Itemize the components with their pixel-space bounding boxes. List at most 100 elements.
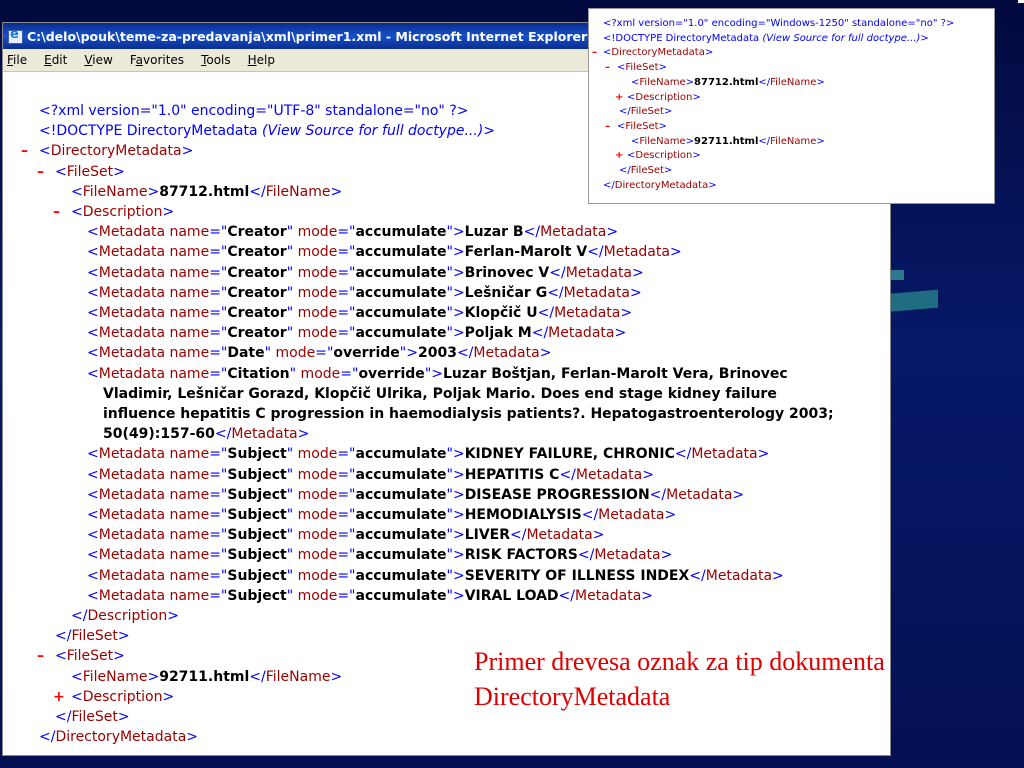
xml-doctype: <!DOCTYPE DirectoryMetadata xyxy=(39,123,263,140)
xml-line[interactable]: + <Description> xyxy=(589,91,994,106)
xml-attr-value: override xyxy=(333,345,400,362)
xml-line[interactable]: – <FileSet> xyxy=(589,120,994,135)
xml-attr-value: Subject xyxy=(227,507,287,524)
collapse-toggle[interactable]: – xyxy=(37,162,44,182)
xml-tag-name: DirectoryMetadata xyxy=(611,47,705,59)
menu-view[interactable]: View xyxy=(84,53,112,67)
xml-tag-name: Metadata xyxy=(691,446,758,463)
metadata-value: Klopčič U xyxy=(464,305,538,322)
doctype-note: (View Source for full doctype...) xyxy=(262,123,484,140)
menu-favorites[interactable]: Favorites xyxy=(130,53,184,67)
xml-tag-name: Metadata xyxy=(98,466,166,483)
xml-tag-name: Metadata xyxy=(705,567,773,584)
metadata-line: <Metadata name="Creator" mode="accumulat… xyxy=(87,264,644,281)
xml-attr-value: Date xyxy=(227,345,265,362)
xml-line: <FileName>87712.html</FileName> xyxy=(631,76,825,88)
metadata-line: <Metadata name="Subject" mode="accumulat… xyxy=(87,486,745,503)
metadata-value: SEVERITY OF ILLNESS INDEX xyxy=(464,567,690,584)
collapse-toggle[interactable]: – xyxy=(605,120,610,135)
metadata-value: Ferlan-Marolt V xyxy=(464,244,588,261)
xml-attr-value: override xyxy=(358,365,425,382)
xml-tag-name: FileName xyxy=(639,135,686,147)
collapse-toggle[interactable]: – xyxy=(605,61,610,76)
expand-toggle[interactable]: + xyxy=(615,149,623,164)
filename-value: 92711.html xyxy=(159,668,250,685)
xml-attr-value: Creator xyxy=(227,305,287,322)
xml-attr-value: accumulate xyxy=(355,547,447,564)
xml-attr-value: Subject xyxy=(227,446,287,463)
xml-attr-value: Subject xyxy=(227,466,287,483)
xml-tag-name: Metadata xyxy=(540,224,607,241)
metadata-value: DISEASE PROGRESSION xyxy=(464,486,650,503)
xml-tag-name: FileName xyxy=(265,668,331,685)
xml-tag-name: Metadata xyxy=(575,466,643,483)
xml-line: </FileSet> xyxy=(619,106,673,118)
xml-tag-name: Metadata xyxy=(98,486,166,503)
xml-tag-name: Metadata xyxy=(98,345,166,362)
xml-tag-name: Metadata xyxy=(231,426,298,443)
xml-tag-name: Metadata xyxy=(548,325,615,342)
xml-attr-value: Subject xyxy=(227,547,287,564)
collapsed-tree-inset: <?xml version="1.0" encoding="Windows-12… xyxy=(588,8,995,204)
metadata-line: <Metadata name="Creator" mode="accumulat… xyxy=(87,305,633,322)
xml-line[interactable]: + <Description> xyxy=(589,149,994,164)
xml-declaration: <?xml version="1.0" encoding="UTF-8" sta… xyxy=(39,103,469,119)
xml-tag-name: Metadata xyxy=(98,325,166,342)
xml-attr-value: Creator xyxy=(227,284,287,301)
expand-toggle[interactable]: + xyxy=(615,91,623,106)
xml-line[interactable]: – <DirectoryMetadata> xyxy=(589,46,994,61)
xml-attr-value: accumulate xyxy=(355,587,447,604)
caption-line-2: DirectoryMetadata xyxy=(474,682,671,711)
window-title: C:\delo\pouk\teme-za-predavanja\xml\prim… xyxy=(27,28,588,44)
metadata-value: Lešničar G xyxy=(464,284,548,301)
metadata-value: Luzar B xyxy=(464,224,524,241)
xml-tag-name: Metadata xyxy=(98,587,166,604)
xml-tag-name: FileName xyxy=(265,183,331,200)
metadata-line: <Metadata name="Date" mode="override">20… xyxy=(87,345,552,362)
expand-toggle[interactable]: + xyxy=(53,687,65,707)
xml-tag-name: Metadata xyxy=(98,567,166,584)
xml-tag-name: FileName xyxy=(770,135,817,147)
xml-doctype: <!DOCTYPE DirectoryMetadata xyxy=(603,32,763,44)
collapse-toggle[interactable]: – xyxy=(37,646,44,666)
filename-value: 87712.html xyxy=(159,183,250,200)
xml-tag-name: Description xyxy=(635,150,693,162)
xml-attr-value: accumulate xyxy=(355,244,447,261)
xml-tag-name: Metadata xyxy=(98,305,166,322)
xml-tag-name: Metadata xyxy=(98,527,166,544)
xml-tag-name: Metadata xyxy=(666,486,733,503)
menu-tools[interactable]: Tools xyxy=(201,53,231,67)
xml-attr-value: Creator xyxy=(227,224,287,241)
xml-tag-name: Metadata xyxy=(98,507,166,524)
xml-line: </DirectoryMetadata> xyxy=(39,729,199,746)
menu-help[interactable]: Help xyxy=(248,53,275,67)
xml-attr-value: Creator xyxy=(227,325,287,342)
menu-edit[interactable]: Edit xyxy=(44,53,67,67)
menu-file[interactable]: File xyxy=(7,53,27,67)
metadata-line: <Metadata name="Subject" mode="accumulat… xyxy=(87,527,605,544)
metadata-value: RISK FACTORS xyxy=(464,547,578,564)
metadata-value: Brinovec V xyxy=(464,264,550,281)
xml-tag-name: Metadata xyxy=(98,547,166,564)
xml-tag-name: Metadata xyxy=(98,446,166,463)
xml-tag-name: FileName xyxy=(82,183,148,200)
metadata-line: <Metadata name="Creator" mode="accumulat… xyxy=(87,224,619,241)
collapse-toggle[interactable]: – xyxy=(53,202,60,222)
xml-line: </DirectoryMetadata> xyxy=(603,179,717,191)
xml-attr-value: accumulate xyxy=(355,567,447,584)
caption-line-1: Primer drevesa oznak za tip dokumenta xyxy=(474,647,885,676)
internet-explorer-icon xyxy=(7,27,23,44)
xml-attr-value: accumulate xyxy=(355,527,447,544)
xml-tag-name: FileSet xyxy=(66,163,114,180)
corner-mark xyxy=(1018,0,1024,3)
xml-line[interactable]: – <Description> xyxy=(3,202,890,222)
collapse-toggle[interactable]: – xyxy=(592,46,597,61)
doctype-note: (View Source for full doctype...) xyxy=(762,32,921,44)
xml-tag-name: FileName xyxy=(770,76,817,88)
xml-attr-value: Subject xyxy=(227,486,287,503)
xml-tag-name: FileSet xyxy=(630,165,664,177)
xml-tag-name: FileName xyxy=(639,76,686,88)
xml-line[interactable]: – <FileSet> xyxy=(589,61,994,76)
xml-tag-name: Metadata xyxy=(575,587,642,604)
collapse-toggle[interactable]: – xyxy=(21,141,28,161)
